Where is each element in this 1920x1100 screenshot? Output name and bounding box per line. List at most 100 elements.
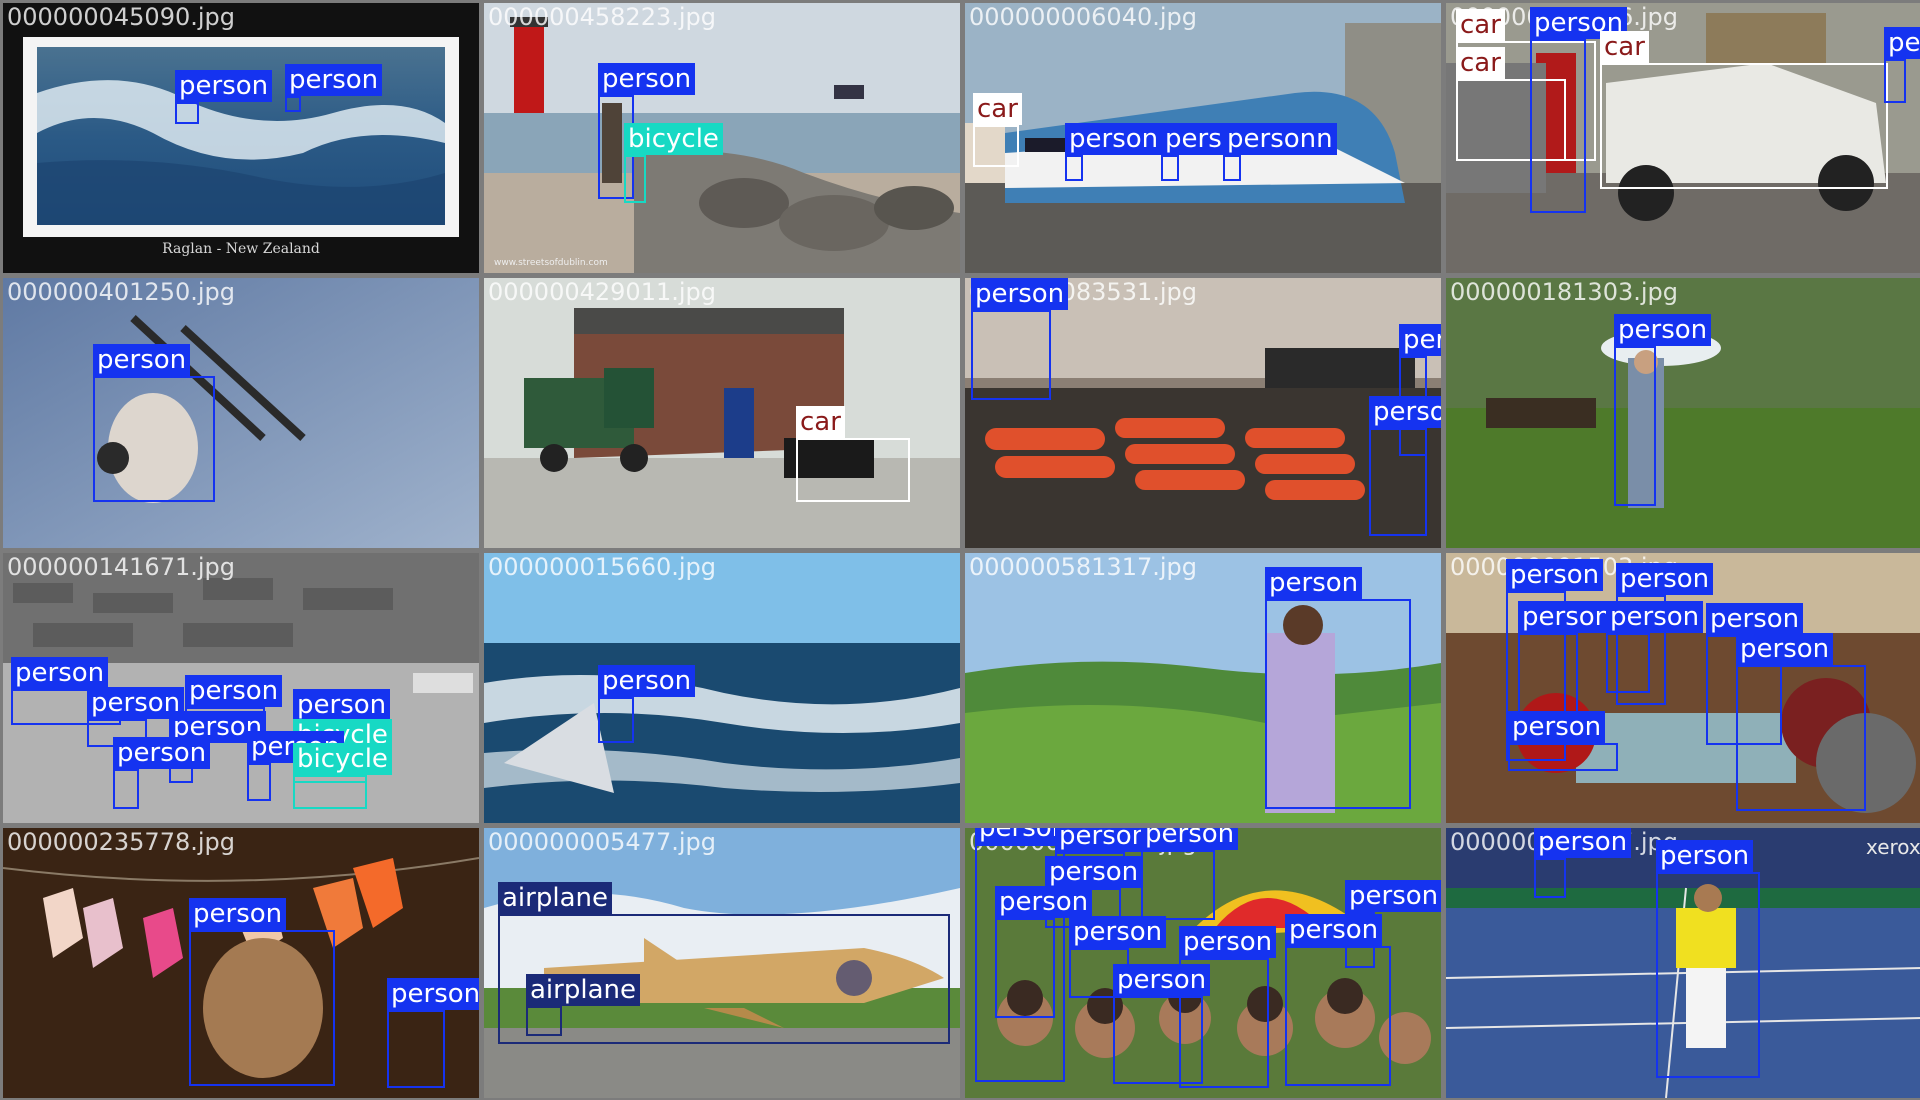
detection-box-person[interactable]: person bbox=[1265, 567, 1411, 809]
detection-box-person[interactable]: person bbox=[189, 898, 335, 1086]
detection-label: person bbox=[1141, 828, 1239, 850]
detection-label: person bbox=[1265, 567, 1363, 599]
tile-3[interactable]: 000000006040.jpg car person person perso… bbox=[965, 3, 1441, 273]
detection-box-car[interactable]: car bbox=[973, 93, 1022, 167]
detection-label: person bbox=[1065, 123, 1163, 155]
detection-box-person[interactable]: person bbox=[598, 665, 696, 743]
detection-label: person bbox=[1614, 314, 1712, 346]
detection-label: person bbox=[1055, 828, 1153, 852]
detection-label: person bbox=[1113, 964, 1211, 996]
tile-filename: 000000015660.jpg bbox=[488, 553, 716, 581]
detection-label: airplane bbox=[526, 974, 640, 1006]
detection-label: person bbox=[387, 978, 479, 1010]
tile-1[interactable]: Raglan - New Zealand 000000045090.jpg pe… bbox=[3, 3, 479, 273]
detection-label: car bbox=[1456, 9, 1505, 41]
detection-box-airplane[interactable]: airplane bbox=[526, 974, 640, 1036]
tile-filename: 000000141671.jpg bbox=[7, 553, 235, 581]
detection-label: person bbox=[1345, 880, 1441, 912]
detection-box-person[interactable]: person bbox=[1614, 314, 1712, 506]
detection-label: person bbox=[1369, 396, 1441, 428]
detection-box-person[interactable]: person bbox=[247, 731, 345, 801]
tile-1-caption: Raglan - New Zealand bbox=[162, 241, 320, 257]
detection-box-person[interactable]: person bbox=[1065, 123, 1163, 181]
detection-label: person bbox=[1045, 856, 1143, 888]
detection-label: person bbox=[175, 70, 273, 102]
detection-box-person[interactable]: person bbox=[971, 278, 1069, 400]
detection-box-person[interactable]: person bbox=[1113, 964, 1211, 1084]
detection-box-person[interactable]: person bbox=[93, 344, 215, 502]
detection-label: car bbox=[1456, 47, 1505, 79]
tile-5-image bbox=[3, 278, 479, 548]
tile-6[interactable]: 000000429011.jpg car bbox=[484, 278, 960, 548]
tile-7[interactable]: 000000083531.jpg person person person bbox=[965, 278, 1441, 548]
detection-label: person bbox=[971, 278, 1069, 310]
detection-label: person bbox=[1616, 563, 1714, 595]
detection-box-person[interactable]: personn bbox=[1223, 123, 1337, 181]
detection-box-person[interactable]: person bbox=[1285, 914, 1391, 1086]
tile-14[interactable]: 000000005477.jpg airplane airplane bbox=[484, 828, 960, 1098]
detection-box-person[interactable]: person bbox=[1369, 396, 1441, 536]
detection-label: person bbox=[1534, 828, 1632, 858]
detection-label: person bbox=[598, 665, 696, 697]
tile-1-image: Raglan - New Zealand bbox=[3, 3, 479, 273]
tile-11[interactable]: 000000581317.jpg person bbox=[965, 553, 1441, 823]
tile-5[interactable]: 000000401250.jpg person bbox=[3, 278, 479, 548]
detection-label: person bbox=[113, 737, 211, 769]
detection-box-person[interactable]: person bbox=[387, 978, 479, 1088]
tile-9[interactable]: 000000141671.jpg person person person pe… bbox=[3, 553, 479, 823]
detection-box-person[interactable]: person bbox=[113, 737, 211, 809]
detection-label: car bbox=[796, 406, 845, 438]
detection-label: person bbox=[1706, 603, 1804, 635]
detection-box-person[interactable]: person bbox=[175, 70, 273, 124]
detection-label: bicycle bbox=[293, 743, 392, 775]
tile-12[interactable]: 000000001503.jpg person person person pe… bbox=[1446, 553, 1920, 823]
detection-box-person[interactable]: person bbox=[1534, 828, 1632, 898]
tile-10[interactable]: 000000015660.jpg person bbox=[484, 553, 960, 823]
detection-label: person bbox=[1069, 916, 1167, 948]
detection-grid: Raglan - New Zealand 000000045090.jpg pe… bbox=[0, 0, 1920, 1100]
detection-box-person[interactable]: person bbox=[995, 886, 1093, 1018]
detection-box-person[interactable]: person bbox=[1606, 601, 1704, 693]
detection-label: bicycle bbox=[624, 123, 723, 155]
detection-label: airplane bbox=[498, 882, 612, 914]
detection-label: person bbox=[1518, 601, 1616, 633]
detection-label: person bbox=[93, 344, 191, 376]
detection-box-person[interactable]: person bbox=[285, 64, 383, 112]
tile-13[interactable]: 000000235778.jpg person person bbox=[3, 828, 479, 1098]
detection-label: car bbox=[973, 93, 1022, 125]
detection-box-car[interactable]: car bbox=[796, 406, 910, 502]
detection-label: personn bbox=[1223, 123, 1337, 155]
detection-label: person bbox=[1179, 926, 1277, 958]
tile-16[interactable]: xerox 000000325347.jpg person person bbox=[1446, 828, 1920, 1098]
tile-4[interactable]: 000000005476.jpg car car person car pers… bbox=[1446, 3, 1920, 273]
detection-box-bicycle[interactable]: bicycle bbox=[624, 123, 723, 203]
detection-label: person bbox=[1736, 633, 1834, 665]
detection-label: person bbox=[1656, 840, 1754, 872]
detection-box-person[interactable]: person bbox=[1656, 840, 1760, 1078]
tile-filename: 000000006040.jpg bbox=[969, 3, 1197, 31]
detection-label: person bbox=[995, 886, 1093, 918]
detection-box-person[interactable]: person bbox=[1530, 7, 1628, 213]
tile-filename: 000000045090.jpg bbox=[7, 3, 235, 31]
detection-label: person bbox=[11, 657, 109, 689]
detection-label: person bbox=[1399, 324, 1441, 356]
detection-label: person bbox=[185, 675, 283, 707]
tile-2-caption: www.streetsofdublin.com bbox=[494, 258, 608, 268]
detection-box-bicycle[interactable]: bicycle bbox=[293, 743, 392, 809]
detection-label: person bbox=[1884, 27, 1920, 59]
tile-10-image bbox=[484, 553, 960, 823]
detection-box-person[interactable]: person bbox=[1161, 123, 1259, 181]
detection-label: person bbox=[1606, 601, 1704, 633]
detection-label: person bbox=[1506, 559, 1604, 591]
detection-label: person bbox=[1508, 711, 1606, 743]
tile-2[interactable]: www.streetsofdublin.com 000000458223.jpg… bbox=[484, 3, 960, 273]
detection-box-person[interactable]: person bbox=[1508, 711, 1618, 771]
tile-filename: 000000458223.jpg bbox=[488, 3, 716, 31]
detection-box-person[interactable]: person bbox=[1884, 27, 1920, 103]
tile-8[interactable]: 000000181303.jpg person bbox=[1446, 278, 1920, 548]
detection-box-person[interactable]: person bbox=[1141, 828, 1239, 920]
tile-15[interactable]: 000000052507.jpg person person person pe… bbox=[965, 828, 1441, 1098]
detection-box-car[interactable]: car bbox=[1600, 31, 1888, 189]
tile-6-image bbox=[484, 278, 960, 548]
detection-box-person[interactable]: person bbox=[1736, 633, 1866, 811]
